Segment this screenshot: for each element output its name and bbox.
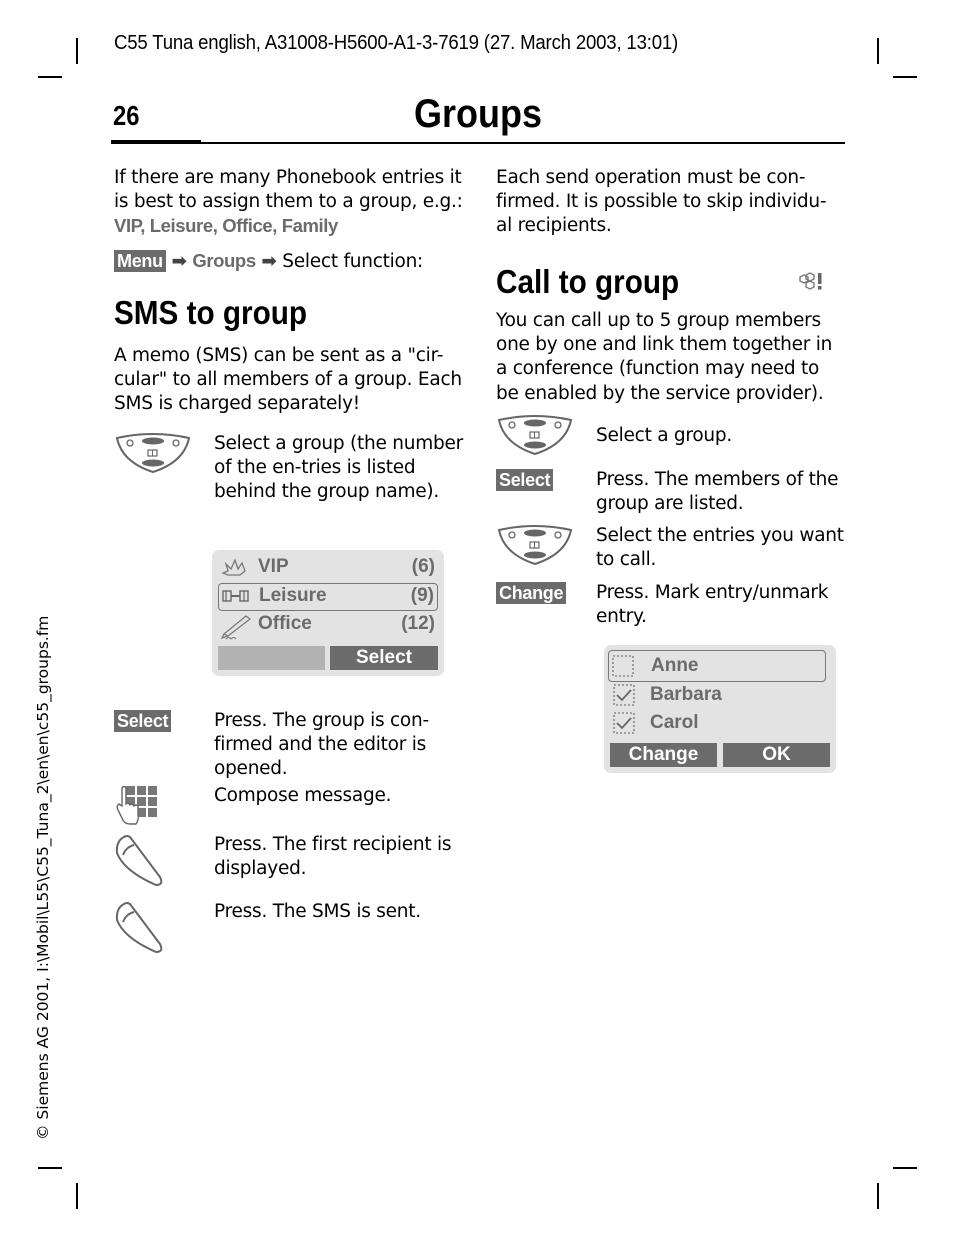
select-softkey: Select <box>114 710 172 732</box>
member-label: Barbara <box>650 684 722 705</box>
arrow-icon: ➡ <box>171 250 187 272</box>
member-row[interactable]: Barbara <box>610 681 830 707</box>
checkbox-checked-icon <box>612 711 636 741</box>
sms-step: Select Press. The group is con-firmed an… <box>114 709 464 785</box>
left-column: If there are many Phonebook entries it i… <box>114 166 464 954</box>
call-step: Select a group. <box>496 414 846 458</box>
crop-mark <box>76 38 78 64</box>
call-step-text: Select the entries you want to call. <box>596 525 844 571</box>
call-section-title: Call to group <box>496 263 680 300</box>
menu-softkey: Menu <box>114 249 166 272</box>
crop-mark <box>877 1183 879 1209</box>
select-function-text: Select function: <box>282 250 424 272</box>
crop-mark <box>877 38 879 64</box>
call-step-text: Press. Mark entry/unmark entry. <box>596 582 829 628</box>
crop-mark <box>38 1167 62 1169</box>
member-list-screen: Anne Barbara Carol Change OK <box>604 645 836 773</box>
group-label: VIP <box>258 556 289 577</box>
call-key-icon <box>114 833 164 891</box>
sms-step-text: Press. The SMS is sent. <box>214 901 421 922</box>
crop-mark <box>76 1183 78 1209</box>
crop-mark <box>893 76 917 78</box>
group-row[interactable]: VIP (6) <box>218 555 438 581</box>
call-step: Select Press. The members of the group a… <box>496 468 846 518</box>
sms-step: Press. The first recipient is displayed. <box>114 833 464 887</box>
member-row[interactable]: Carol <box>610 709 830 735</box>
call-section-heading-wrap: Call to group <box>496 263 826 301</box>
softkey-ok[interactable]: OK <box>723 743 830 767</box>
softkey-change[interactable]: Change <box>610 743 717 767</box>
menu-item-groups: Groups <box>192 249 256 271</box>
page-title: Groups <box>414 92 543 136</box>
document-header: C55 Tuna english, A31008-H5600-A1-3-7619… <box>114 32 679 54</box>
menu-path: Menu ➡ Groups ➡ Select function: <box>114 249 464 274</box>
call-step: Select the entries you want to call. <box>496 524 846 574</box>
sms-step-text: Select a group (the number of the en-tri… <box>214 433 463 503</box>
keypad-icon <box>114 784 158 832</box>
navigation-key-icon <box>496 414 574 462</box>
member-label: Anne <box>651 655 699 676</box>
pen-icon <box>220 614 254 646</box>
header-rule-accent <box>111 140 201 144</box>
softkey-left[interactable] <box>218 646 325 670</box>
call-step-text: Press. The members of the group are list… <box>596 469 839 515</box>
group-count: (9) <box>410 585 434 606</box>
call-step-text: Select a group. <box>596 425 733 446</box>
navigation-key-icon <box>114 432 192 480</box>
header-rule <box>200 142 845 144</box>
softkey-select[interactable]: Select <box>330 646 438 670</box>
member-row-selected[interactable]: Anne <box>608 650 826 682</box>
sms-step: Press. The SMS is sent. <box>114 900 464 954</box>
intro-paragraph: If there are many Phonebook entries it i… <box>114 166 464 240</box>
sms-section-heading-wrap: SMS to group <box>114 294 328 332</box>
page-number: 26 <box>113 100 140 131</box>
checkbox-empty-icon <box>611 654 635 684</box>
confirm-paragraph: Each send operation must be con-firmed. … <box>496 167 827 237</box>
navigation-key-icon <box>496 524 574 572</box>
arrow-icon: ➡ <box>261 250 277 272</box>
intro-text: If there are many Phonebook entries it i… <box>114 167 463 213</box>
change-softkey: Change <box>496 582 567 604</box>
group-row[interactable]: Office (12) <box>218 612 438 640</box>
group-examples: VIP, Leisure, Office, Family <box>114 215 338 237</box>
select-softkey: Select <box>496 469 554 491</box>
dumbbell-icon <box>221 588 251 610</box>
crown-icon <box>220 557 248 585</box>
crop-mark <box>38 76 62 78</box>
group-count: (6) <box>411 556 435 577</box>
group-label: Leisure <box>259 585 327 606</box>
call-key-icon <box>114 900 164 958</box>
sms-description: A memo (SMS) can be sent as a "cir-cular… <box>114 345 462 415</box>
crop-mark <box>893 1167 917 1169</box>
sms-step-text: Press. The group is con-firmed and the e… <box>214 710 429 780</box>
network-service-icon <box>792 271 824 299</box>
group-count: (12) <box>401 613 435 634</box>
sms-section-title: SMS to group <box>114 294 308 331</box>
sms-step-text: Compose message. <box>214 785 392 806</box>
call-description: You can call up to 5 group members one b… <box>496 310 833 404</box>
group-list-screen: VIP (6) Leisure (9) Office (12) Select <box>212 550 444 676</box>
sms-step-text: Press. The first recipient is displayed. <box>214 834 452 880</box>
side-footer-text: © Siemens AG 2001, I:\Mobil\L55\C55_Tuna… <box>34 615 52 1140</box>
member-label: Carol <box>650 712 699 733</box>
sms-step: Compose message. <box>114 784 464 828</box>
right-column: Each send operation must be con-firmed. … <box>496 166 846 773</box>
group-row-selected[interactable]: Leisure (9) <box>218 583 438 611</box>
call-step: Change Press. Mark entry/unmark entry. <box>496 581 846 631</box>
sms-step: Select a group (the number of the en-tri… <box>114 432 464 532</box>
group-label: Office <box>258 613 312 634</box>
